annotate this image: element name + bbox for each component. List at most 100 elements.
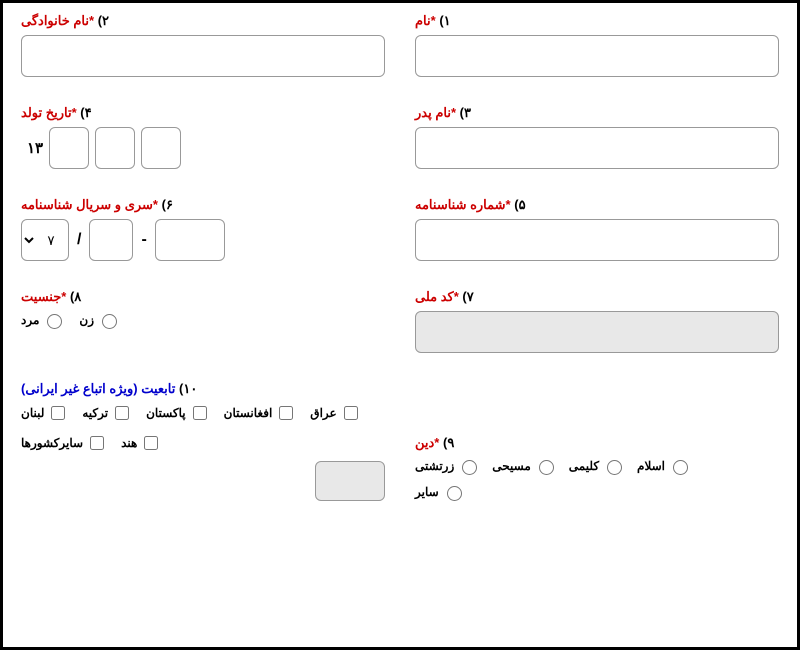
- radio-female-label: زن: [79, 313, 94, 327]
- radio-kalimi-label: کلیمی: [569, 459, 599, 473]
- registration-form: ۱) *نام ۲) *نام خانوادگی ۳) *نام پدر ۴) …: [0, 0, 800, 650]
- chk-other-country-label: سایرکشورها: [21, 436, 83, 450]
- chk-lebanon-label: لبنان: [21, 406, 44, 420]
- input-last-name[interactable]: [21, 35, 385, 77]
- field-father-name: ۳) *نام پدر: [415, 105, 779, 169]
- label-religion: ۹) *دین: [415, 435, 454, 451]
- num-8: ۸): [70, 289, 81, 304]
- radio-islam-input[interactable]: [673, 460, 688, 475]
- chk-india-label: هند: [121, 436, 137, 450]
- chk-turkey[interactable]: ترکیه: [82, 403, 132, 423]
- radio-masihi-input[interactable]: [539, 460, 554, 475]
- row-5: ۹) *دین اسلام کلیمی مسیحی: [21, 381, 779, 501]
- chk-turkey-label: ترکیه: [82, 406, 108, 420]
- input-serial-1[interactable]: [155, 219, 225, 261]
- field-national-code: ۷) *کد ملی: [415, 289, 779, 353]
- radio-male-input[interactable]: [47, 314, 62, 329]
- field-gender: ۸) *جنسیت زن مرد: [21, 289, 385, 329]
- field-first-name: ۱) *نام: [415, 13, 779, 77]
- religion-options: اسلام کلیمی مسیحی زرتشتی: [415, 457, 779, 501]
- radio-kalimi-input[interactable]: [607, 460, 622, 475]
- chk-pakistan-input[interactable]: [193, 406, 207, 420]
- radio-zartoshti-label: زرتشتی: [415, 459, 454, 473]
- num-9: ۹): [443, 435, 454, 450]
- radio-islam-label: اسلام: [637, 459, 665, 473]
- dob-century-prefix: ۱۳: [27, 139, 43, 157]
- chk-india[interactable]: هند: [121, 433, 161, 453]
- num-2: ۲): [98, 13, 109, 28]
- text-10: تابعیت (ویژه اتباع غیر ایرانی): [21, 381, 175, 396]
- input-first-name[interactable]: [415, 35, 779, 77]
- chk-afghanistan-label: افغانستان: [224, 406, 273, 420]
- radio-female[interactable]: زن: [79, 311, 120, 329]
- radio-zartoshti[interactable]: زرتشتی: [415, 457, 480, 475]
- radio-zartoshti-input[interactable]: [462, 460, 477, 475]
- num-10: ۱۰): [179, 381, 197, 396]
- input-dob-day[interactable]: [49, 127, 89, 169]
- text-1: *نام: [415, 13, 436, 28]
- input-national-code[interactable]: [415, 311, 779, 353]
- chk-lebanon[interactable]: لبنان: [21, 403, 68, 423]
- radio-masihi[interactable]: مسیحی: [492, 457, 557, 475]
- chk-afghanistan-input[interactable]: [279, 406, 293, 420]
- chk-lebanon-input[interactable]: [51, 406, 65, 420]
- chk-iraq-input[interactable]: [344, 406, 358, 420]
- chk-other-country-input[interactable]: [90, 436, 104, 450]
- chk-afghanistan[interactable]: افغانستان: [224, 403, 297, 423]
- row-3: ۵) *شماره شناسنامه ۶) *سری و سریال شناسن…: [21, 197, 779, 261]
- label-first-name: ۱) *نام: [415, 13, 451, 29]
- text-2: *نام خانوادگی: [21, 13, 94, 28]
- radio-islam[interactable]: اسلام: [637, 457, 691, 475]
- dob-inputs: ۱۳: [21, 127, 385, 169]
- num-1: ۱): [439, 13, 450, 28]
- serial-sep-dash: -: [141, 231, 146, 249]
- num-3: ۳): [460, 105, 471, 120]
- chk-iraq-label: عراق: [310, 406, 336, 420]
- radio-other-religion[interactable]: سایر: [415, 483, 465, 501]
- field-religion: ۹) *دین اسلام کلیمی مسیحی: [415, 435, 779, 501]
- input-father-name[interactable]: [415, 127, 779, 169]
- input-nationality-other[interactable]: [315, 461, 385, 501]
- radio-female-input[interactable]: [102, 314, 117, 329]
- num-7: ۷): [462, 289, 473, 304]
- label-nationality: ۱۰) تابعیت (ویژه اتباع غیر ایرانی): [21, 381, 197, 397]
- radio-masihi-label: مسیحی: [492, 459, 531, 473]
- label-father-name: ۳) *نام پدر: [415, 105, 471, 121]
- text-6: *سری و سریال شناسنامه: [21, 197, 158, 212]
- nationality-options: عراق افغانستان پاکستان ترکیه لبنان: [21, 403, 385, 453]
- row-4: ۷) *کد ملی ۸) *جنسیت زن مرد: [21, 289, 779, 353]
- label-national-code: ۷) *کد ملی: [415, 289, 474, 305]
- chk-turkey-input[interactable]: [115, 406, 129, 420]
- label-dob: ۴) *تاریخ تولد: [21, 105, 92, 121]
- field-dob: ۴) *تاریخ تولد ۱۳: [21, 105, 385, 169]
- radio-male-label: مرد: [21, 313, 39, 327]
- num-4: ۴): [80, 105, 91, 120]
- field-last-name: ۲) *نام خانوادگی: [21, 13, 385, 77]
- row-2: ۳) *نام پدر ۴) *تاریخ تولد ۱۳: [21, 105, 779, 169]
- serial-sep-slash: /: [77, 231, 81, 249]
- field-id-serial: ۶) *سری و سریال شناسنامه - / ۷: [21, 197, 385, 261]
- radio-male[interactable]: مرد: [21, 311, 65, 329]
- text-8: *جنسیت: [21, 289, 66, 304]
- chk-india-input[interactable]: [144, 436, 158, 450]
- text-5: *شماره شناسنامه: [415, 197, 511, 212]
- radio-other-religion-label: سایر: [415, 485, 439, 499]
- chk-pakistan-label: پاکستان: [146, 406, 186, 420]
- label-last-name: ۲) *نام خانوادگی: [21, 13, 109, 29]
- label-gender: ۸) *جنسیت: [21, 289, 81, 305]
- field-nationality: ۱۰) تابعیت (ویژه اتباع غیر ایرانی) عراق …: [21, 381, 385, 501]
- serial-inputs: - / ۷: [21, 219, 385, 261]
- input-dob-year[interactable]: [141, 127, 181, 169]
- radio-other-religion-input[interactable]: [447, 486, 462, 501]
- chk-iraq[interactable]: عراق: [310, 403, 360, 423]
- radio-kalimi[interactable]: کلیمی: [569, 457, 625, 475]
- select-serial-letter[interactable]: ۷: [21, 219, 69, 261]
- label-id-serial: ۶) *سری و سریال شناسنامه: [21, 197, 173, 213]
- text-7: *کد ملی: [415, 289, 459, 304]
- chk-other-country[interactable]: سایرکشورها: [21, 433, 107, 453]
- gender-options: زن مرد: [21, 311, 385, 329]
- input-dob-month[interactable]: [95, 127, 135, 169]
- chk-pakistan[interactable]: پاکستان: [146, 403, 210, 423]
- input-serial-2[interactable]: [89, 219, 133, 261]
- input-id-number[interactable]: [415, 219, 779, 261]
